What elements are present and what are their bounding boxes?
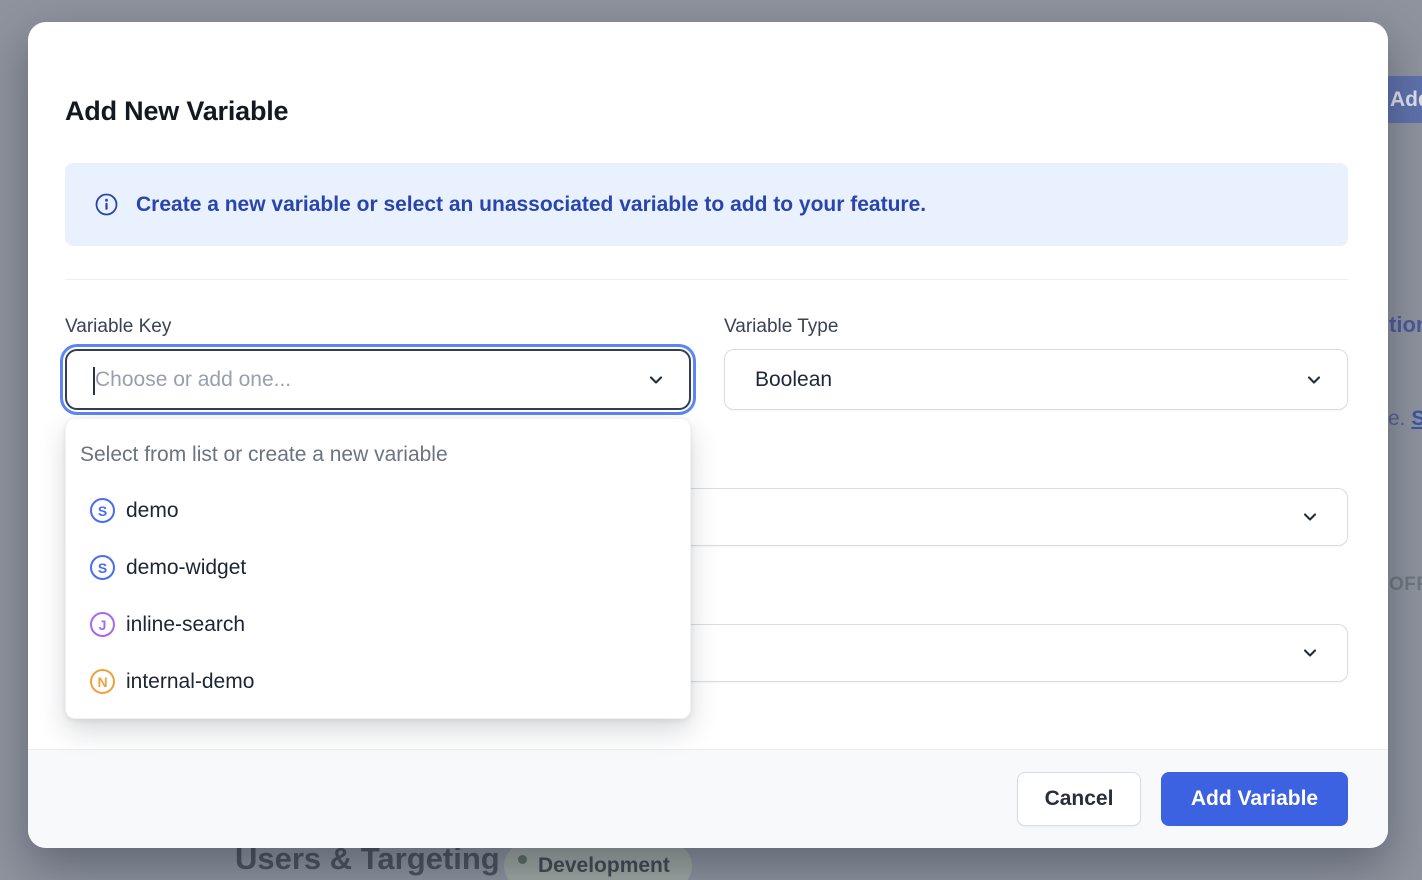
dropdown-option-label: inline-search: [126, 613, 245, 637]
text-cursor: [93, 367, 95, 395]
environment-badge: Development: [504, 843, 692, 880]
chevron-down-icon: [1301, 644, 1319, 662]
string-type-icon: S: [90, 498, 115, 523]
dropdown-option-list: S demo S demo-widget J inline-search N i…: [66, 482, 690, 710]
cancel-button[interactable]: Cancel: [1017, 772, 1141, 826]
add-variable-button[interactable]: Add Variable: [1161, 772, 1348, 826]
string-type-icon: S: [90, 555, 115, 580]
background-clipped-sentence-text: e.: [1388, 407, 1411, 430]
dropdown-option-internal-demo[interactable]: N internal-demo: [66, 653, 690, 710]
screen: Add tion e. S OFF Users & Targeting Deve…: [0, 0, 1422, 880]
dropdown-option-inline-search[interactable]: J inline-search: [66, 596, 690, 653]
variable-type-label: Variable Type: [724, 316, 838, 338]
background-off-label: OFF: [1389, 574, 1422, 596]
dropdown-option-label: internal-demo: [126, 670, 254, 694]
chevron-down-icon[interactable]: [647, 371, 665, 389]
variable-key-input[interactable]: [95, 368, 635, 392]
number-type-icon: N: [90, 669, 115, 694]
add-variable-modal: Add New Variable Create a new variable o…: [28, 22, 1388, 848]
variable-key-label: Variable Key: [65, 316, 171, 338]
dropdown-option-demo-widget[interactable]: S demo-widget: [66, 539, 690, 596]
divider: [65, 279, 1348, 280]
environment-badge-label: Development: [538, 854, 670, 878]
environment-dot-icon: [518, 855, 527, 864]
dropdown-header: Select from list or create a new variabl…: [66, 419, 690, 467]
background-clipped-sentence: e. S: [1388, 407, 1422, 431]
variable-key-combobox[interactable]: [65, 349, 691, 410]
dropdown-option-demo[interactable]: S demo: [66, 482, 690, 539]
modal-footer: Cancel Add Variable: [28, 749, 1388, 848]
chevron-down-icon: [1301, 508, 1319, 526]
variable-type-select[interactable]: Boolean: [724, 349, 1348, 410]
dropdown-option-label: demo: [126, 499, 179, 523]
background-clipped-link[interactable]: S: [1411, 407, 1422, 430]
info-icon: [95, 193, 118, 216]
info-banner-text: Create a new variable or select an unass…: [136, 193, 926, 217]
variable-type-value: Boolean: [755, 368, 832, 392]
modal-title: Add New Variable: [65, 96, 288, 127]
chevron-down-icon: [1305, 371, 1323, 389]
json-type-icon: J: [90, 612, 115, 637]
background-clipped-text: tion: [1389, 312, 1422, 338]
info-banner: Create a new variable or select an unass…: [65, 163, 1348, 246]
variable-key-dropdown: Select from list or create a new variabl…: [65, 418, 691, 719]
dropdown-option-label: demo-widget: [126, 556, 246, 580]
